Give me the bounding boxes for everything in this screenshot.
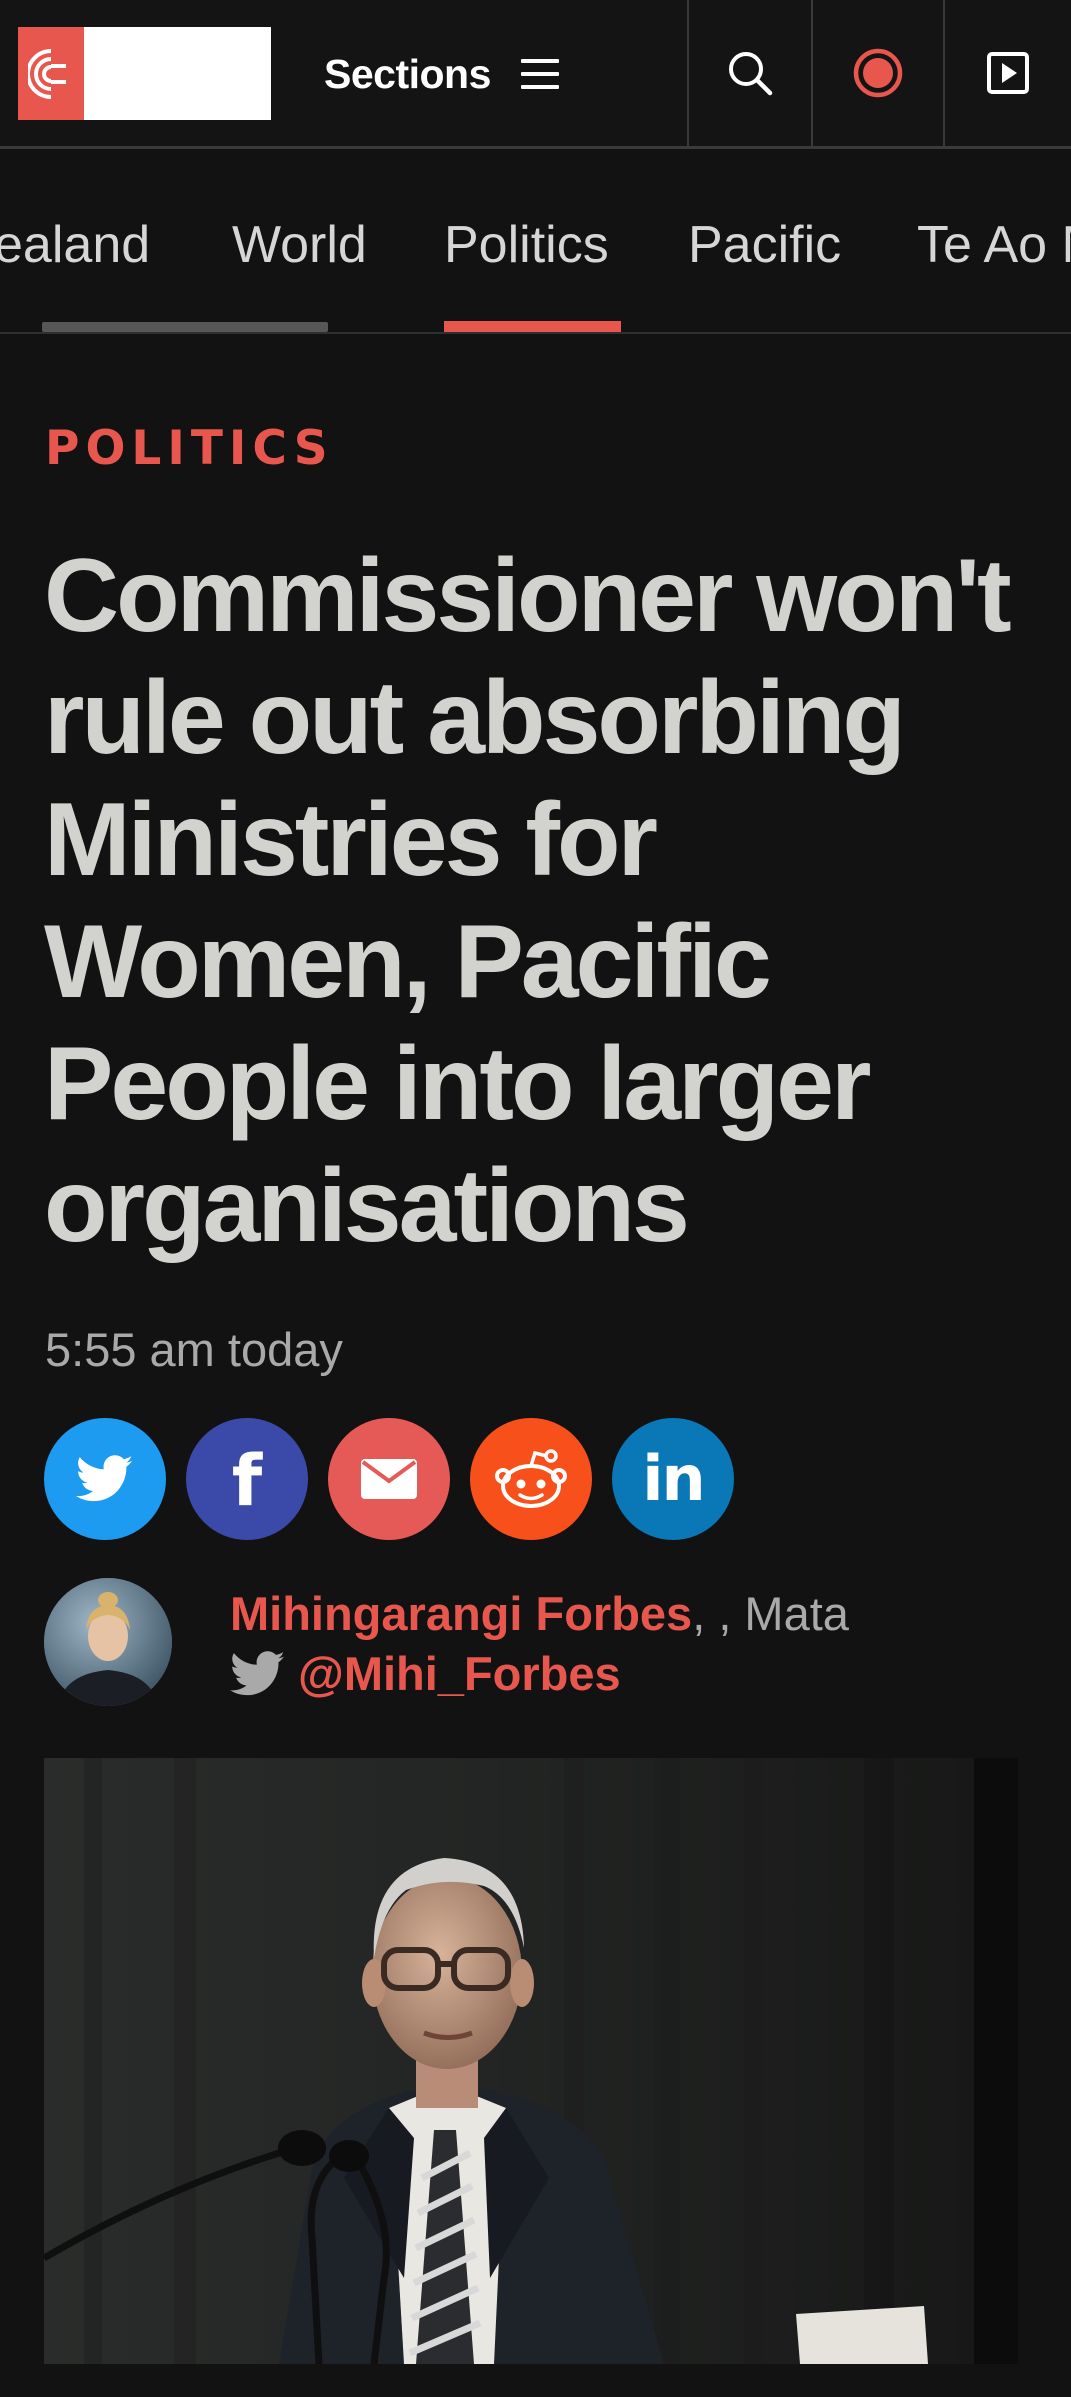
tab-pacific[interactable]: Pacific [688, 219, 841, 271]
live-radio-button[interactable] [811, 0, 943, 146]
article-hero-image[interactable] [44, 1758, 1018, 2364]
byline-suffix: , , Mata [692, 1587, 849, 1640]
share-reddit-button[interactable] [470, 1418, 592, 1540]
logo-wordmark-box [84, 27, 271, 120]
email-icon [361, 1459, 417, 1499]
sections-menu-button[interactable]: Sections [324, 44, 559, 104]
byline-text: Mihingarangi Forbes, , Mata [230, 1586, 849, 1642]
section-tabs: ealand World Politics Pacific Te Ao M [0, 149, 1071, 334]
sections-label: Sections [324, 50, 491, 97]
tab-te-ao-maori[interactable]: Te Ao M [917, 219, 1071, 271]
search-button[interactable] [687, 0, 811, 146]
search-icon [729, 52, 773, 96]
top-bar: Sections [0, 0, 1071, 149]
share-facebook-button[interactable]: f [186, 1418, 308, 1540]
active-tab-indicator [444, 321, 621, 332]
author-byline: Mihingarangi Forbes, , Mata @Mihi_Forbes [0, 1578, 1071, 1708]
share-linkedin-button[interactable]: in [612, 1418, 734, 1540]
logo-mark-icon [18, 27, 84, 120]
author-name-link[interactable]: Mihingarangi Forbes [230, 1587, 692, 1640]
live-radio-icon [853, 48, 903, 98]
tab-new-zealand[interactable]: ealand [0, 219, 150, 271]
reddit-icon [495, 1449, 567, 1508]
share-twitter-button[interactable] [44, 1418, 166, 1540]
tab-politics[interactable]: Politics [444, 219, 609, 271]
share-email-button[interactable] [328, 1418, 450, 1540]
tab-world[interactable]: World [232, 219, 367, 271]
share-buttons: f in [44, 1418, 734, 1540]
tabs-scrollbar[interactable] [42, 322, 328, 332]
author-twitter: @Mihi_Forbes [230, 1646, 621, 1701]
twitter-icon [76, 1455, 133, 1502]
facebook-icon: f [231, 1440, 263, 1522]
site-logo[interactable] [18, 27, 271, 120]
author-avatar[interactable] [44, 1578, 172, 1706]
twitter-bird-icon [230, 1650, 285, 1695]
linkedin-icon: in [642, 1442, 705, 1515]
video-button[interactable] [943, 0, 1071, 146]
article-timestamp: 5:55 am today [45, 1323, 343, 1376]
author-twitter-handle[interactable]: @Mihi_Forbes [298, 1646, 621, 1701]
section-kicker[interactable]: POLITICS [45, 425, 334, 472]
article-headline: Commissioner won't rule out absorbing Mi… [44, 538, 1012, 1264]
menu-icon [520, 59, 559, 89]
play-video-icon [987, 52, 1029, 94]
